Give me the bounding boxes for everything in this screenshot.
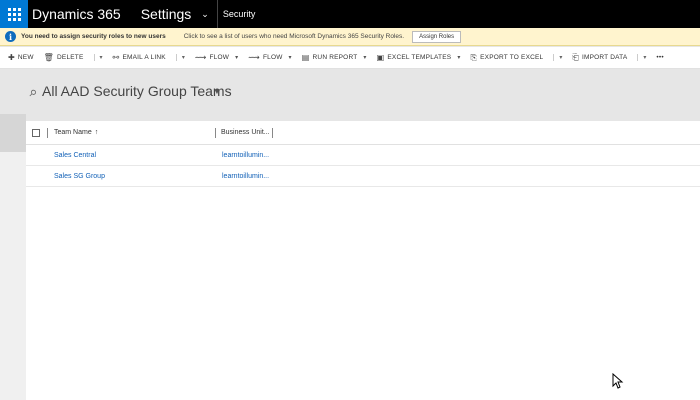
grid-header: Team Name ↑ Business Unit... [26,121,700,145]
import-data-button[interactable]: ⎗ IMPORT DATA [572,53,627,63]
new-button[interactable]: ✚ NEW [8,53,34,62]
notification-title: You need to assign security roles to new… [21,33,166,40]
left-panel-header [0,114,26,152]
chevron-down-icon: ⌄ [201,8,209,19]
area-label: Settings [140,6,192,22]
business-unit-link[interactable]: learntoillumin... [194,152,269,159]
command-bar: ✚ NEW 🗑 DELETE ▾ ⚯ EMAIL A LINK ▾ ⟿ FLOW… [0,47,700,69]
link-icon: ⚯ [112,53,120,62]
email-label: EMAIL A LINK [122,54,166,61]
column-header-team-name[interactable]: Team Name ↑ [48,129,208,136]
excel-templates-label: EXCEL TEMPLATES [387,54,452,61]
flow-icon: ⟿ [248,53,260,62]
flow-button-2[interactable]: ⟿ FLOW ▾ [248,53,291,62]
delete-button[interactable]: 🗑 DELETE [44,53,84,62]
select-all-checkbox[interactable] [32,128,40,137]
email-dropdown[interactable]: ▾ [175,54,185,61]
view-selector-title[interactable]: All AAD Security Group Teams [42,83,232,99]
export-dropdown[interactable]: ▾ [553,54,562,61]
import-icon: ⎗ [572,52,579,62]
app-title[interactable]: Dynamics 365 [32,6,131,22]
chevron-down-icon: ▾ [457,55,461,61]
more-icon: ••• [656,54,664,61]
info-icon: i [5,31,16,42]
chevron-down-icon: ▾ [288,55,292,61]
import-dropdown[interactable]: ▾ [637,54,646,61]
notification-bar: i You need to assign security roles to n… [0,28,700,46]
left-panel [0,152,26,400]
top-nav-bar: Dynamics 365 Settings ⌄ Security [0,0,700,28]
column-label: Business Unit... [221,129,270,136]
email-link-button[interactable]: ⚯ EMAIL A LINK [113,53,166,62]
flow-label: FLOW [209,54,230,61]
import-label: IMPORT DATA [581,54,628,61]
team-name-link[interactable]: Sales SG Group [26,173,194,180]
chevron-down-icon[interactable]: ▼ [213,87,221,96]
column-label: Team Name [54,129,92,136]
records-grid: Team Name ↑ Business Unit... Sales Centr… [26,121,700,400]
export-icon: ⎘ [470,52,478,62]
export-excel-button[interactable]: ⎘ EXPORT TO EXCEL [471,53,544,63]
flow-label: FLOW [262,54,283,61]
chevron-down-icon: ▾ [363,55,367,61]
area-selector[interactable]: Settings ⌄ [131,6,209,22]
excel-icon: ▣ [376,53,385,62]
column-divider[interactable] [271,127,273,138]
chevron-down-icon: ▾ [235,55,239,61]
flow-icon: ⟿ [194,53,207,62]
column-header-business-unit[interactable]: Business Unit... [216,129,270,136]
assign-roles-button[interactable]: Assign Roles [412,30,462,43]
excel-templates-button[interactable]: ▣ EXCEL TEMPLATES ▾ [377,53,461,62]
breadcrumb[interactable]: Security [218,9,256,19]
flow-button-1[interactable]: ⟿ FLOW ▾ [195,53,238,62]
notification-message[interactable]: Click to see a list of users who need Mi… [184,33,404,40]
business-unit-link[interactable]: learntoillumin... [194,173,269,180]
run-report-label: RUN REPORT [312,54,358,61]
sort-ascending-icon: ↑ [94,129,99,136]
report-icon: ▤ [301,53,310,62]
table-row[interactable]: Sales SG Group learntoillumin... [26,166,700,187]
mouse-cursor-icon [612,373,624,389]
team-name-link[interactable]: Sales Central [26,152,194,159]
more-commands-button[interactable]: ••• [656,54,663,61]
app-launcher-button[interactable] [0,0,28,28]
new-label: NEW [17,54,34,61]
export-label: EXPORT TO EXCEL [480,54,544,61]
plus-icon: ✚ [8,53,15,62]
delete-dropdown[interactable]: ▾ [93,54,103,61]
delete-label: DELETE [57,54,84,61]
trash-icon: 🗑 [43,53,55,62]
run-report-button[interactable]: ▤ RUN REPORT ▾ [302,53,367,62]
waffle-icon [7,7,21,21]
table-row[interactable]: Sales Central learntoillumin... [26,145,700,166]
